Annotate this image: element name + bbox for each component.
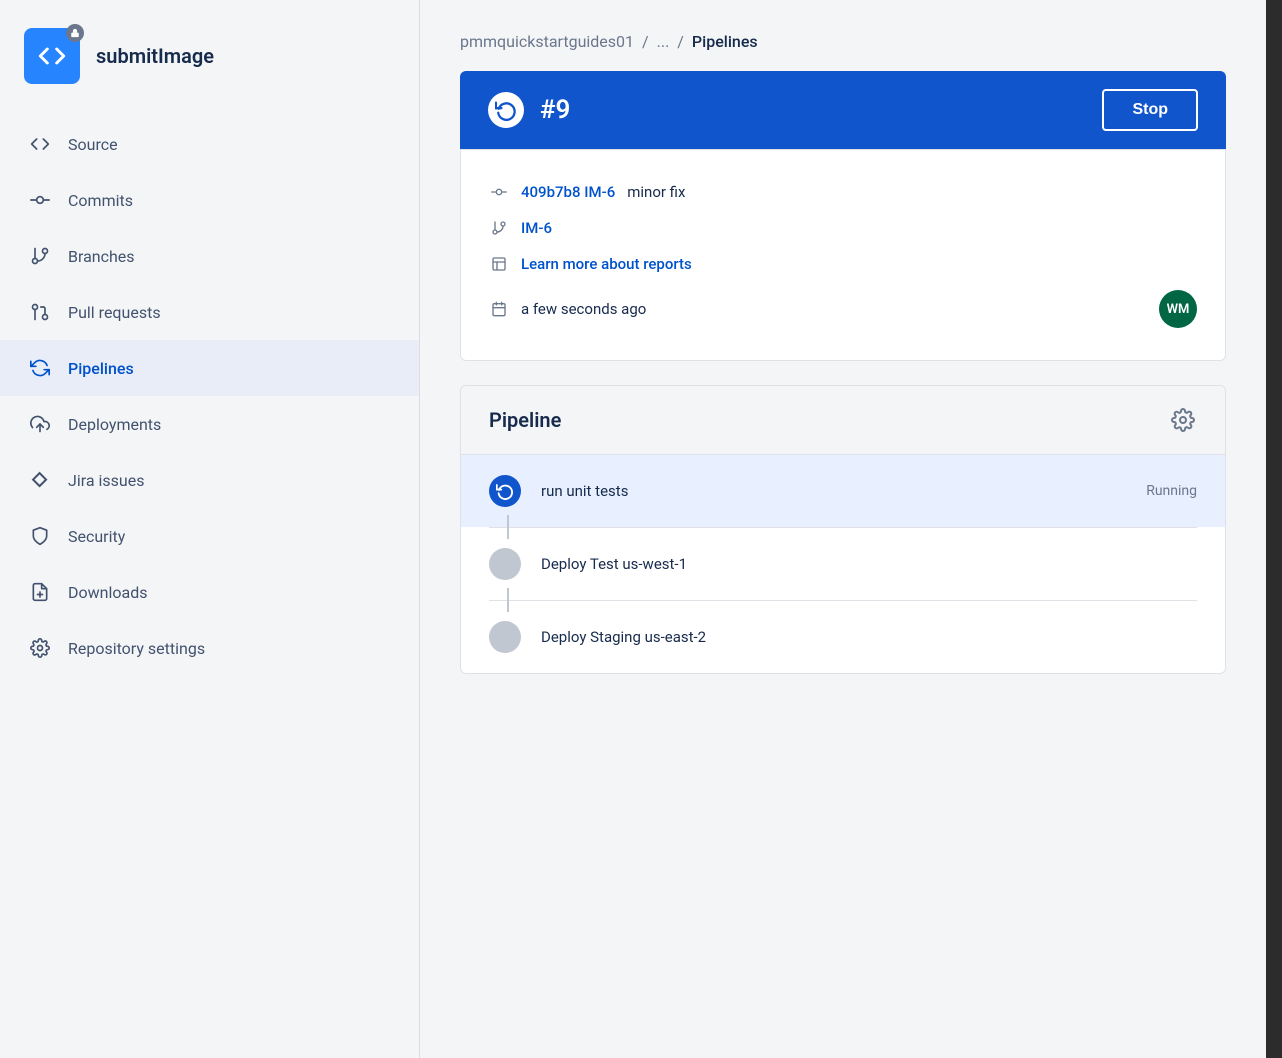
learn-more-row: Learn more about reports — [489, 246, 1197, 282]
jira-icon — [28, 468, 52, 492]
breadcrumb-sep2: / — [677, 32, 684, 51]
stop-button[interactable]: Stop — [1102, 89, 1198, 131]
sidebar-header: submitImage — [0, 0, 419, 108]
sidebar-item-pipelines-label: Pipelines — [68, 359, 134, 378]
branch-row: IM-6 — [489, 210, 1197, 246]
deployments-icon — [28, 412, 52, 436]
sidebar-item-pull-requests[interactable]: Pull requests — [0, 284, 419, 340]
pipeline-info-card: 409b7b8 IM-6 minor fix IM-6 — [460, 149, 1226, 361]
repo-name: submitImage — [96, 44, 214, 68]
report-icon — [489, 254, 509, 274]
sidebar-item-jira-issues-label: Jira issues — [68, 471, 144, 490]
sidebar-item-source-label: Source — [68, 135, 118, 154]
sidebar: submitImage Source Commits — [0, 0, 420, 1058]
sidebar-item-commits[interactable]: Commits — [0, 172, 419, 228]
breadcrumb-sep1: / — [642, 32, 649, 51]
sidebar-item-deployments[interactable]: Deployments — [0, 396, 419, 452]
step-pending-icon-1 — [489, 548, 521, 580]
breadcrumb-current: Pipelines — [692, 32, 758, 51]
pipeline-steps: run unit tests Running Deploy Test us-we… — [461, 455, 1225, 673]
pipeline-settings-icon[interactable] — [1169, 406, 1197, 434]
source-icon — [28, 132, 52, 156]
step-name-run-unit-tests: run unit tests — [541, 482, 1126, 500]
step-deploy-test[interactable]: Deploy Test us-west-1 — [461, 528, 1225, 600]
commit-row: 409b7b8 IM-6 minor fix — [489, 174, 1197, 210]
commit-hash-link[interactable]: 409b7b8 IM-6 — [521, 183, 615, 201]
avatar: WM — [1159, 290, 1197, 328]
sidebar-item-commits-label: Commits — [68, 191, 133, 210]
breadcrumb-ellipsis[interactable]: ... — [657, 32, 670, 51]
branch-icon — [489, 218, 509, 238]
learn-more-link[interactable]: Learn more about reports — [521, 255, 692, 273]
step-status-run-unit-tests: Running — [1146, 483, 1197, 499]
step-run-unit-tests[interactable]: run unit tests Running — [461, 455, 1225, 527]
breadcrumb: pmmquickstartguides01 / ... / Pipelines — [460, 32, 1226, 51]
main-content: pmmquickstartguides01 / ... / Pipelines … — [420, 0, 1266, 1058]
timestamp-row: a few seconds ago WM — [489, 282, 1197, 336]
step-pending-icon-2 — [489, 621, 521, 653]
step-name-deploy-staging: Deploy Staging us-east-2 — [541, 628, 1177, 646]
scrollbar-area — [1266, 0, 1282, 1058]
security-icon — [28, 524, 52, 548]
sidebar-nav: Source Commits — [0, 108, 419, 1058]
lock-badge — [66, 24, 84, 42]
pipeline-header: #9 Stop — [460, 71, 1226, 149]
settings-icon — [28, 636, 52, 660]
sidebar-item-downloads[interactable]: Downloads — [0, 564, 419, 620]
commit-icon — [489, 182, 509, 202]
sidebar-item-branches-label: Branches — [68, 247, 135, 266]
sidebar-item-downloads-label: Downloads — [68, 583, 147, 602]
sidebar-item-repository-settings-label: Repository settings — [68, 639, 205, 658]
sidebar-item-pull-requests-label: Pull requests — [68, 303, 161, 322]
commits-icon — [28, 188, 52, 212]
pipeline-running-icon — [488, 92, 524, 128]
sidebar-item-repository-settings[interactable]: Repository settings — [0, 620, 419, 676]
pipeline-card: Pipeline run unit tests Running — [460, 385, 1226, 674]
pipeline-number: #9 — [540, 95, 1102, 125]
step-running-icon — [489, 475, 521, 507]
pipelines-icon — [28, 356, 52, 380]
step-name-deploy-test: Deploy Test us-west-1 — [541, 555, 1177, 573]
branches-icon — [28, 244, 52, 268]
pipeline-section-title: Pipeline — [489, 408, 561, 432]
commit-message: minor fix — [627, 183, 685, 201]
step-deploy-staging[interactable]: Deploy Staging us-east-2 — [461, 601, 1225, 673]
branch-link[interactable]: IM-6 — [521, 219, 552, 237]
sidebar-item-source[interactable]: Source — [0, 116, 419, 172]
repo-icon — [24, 28, 80, 84]
sidebar-item-jira-issues[interactable]: Jira issues — [0, 452, 419, 508]
pull-requests-icon — [28, 300, 52, 324]
sidebar-item-security-label: Security — [68, 527, 125, 546]
pipeline-card-header: Pipeline — [461, 386, 1225, 455]
downloads-icon — [28, 580, 52, 604]
breadcrumb-repo[interactable]: pmmquickstartguides01 — [460, 32, 634, 51]
sidebar-item-security[interactable]: Security — [0, 508, 419, 564]
clock-icon — [489, 299, 509, 319]
avatar-container: WM — [1159, 290, 1197, 328]
sidebar-item-deployments-label: Deployments — [68, 415, 161, 434]
timestamp: a few seconds ago — [521, 300, 646, 318]
sidebar-item-branches[interactable]: Branches — [0, 228, 419, 284]
sidebar-item-pipelines[interactable]: Pipelines — [0, 340, 419, 396]
